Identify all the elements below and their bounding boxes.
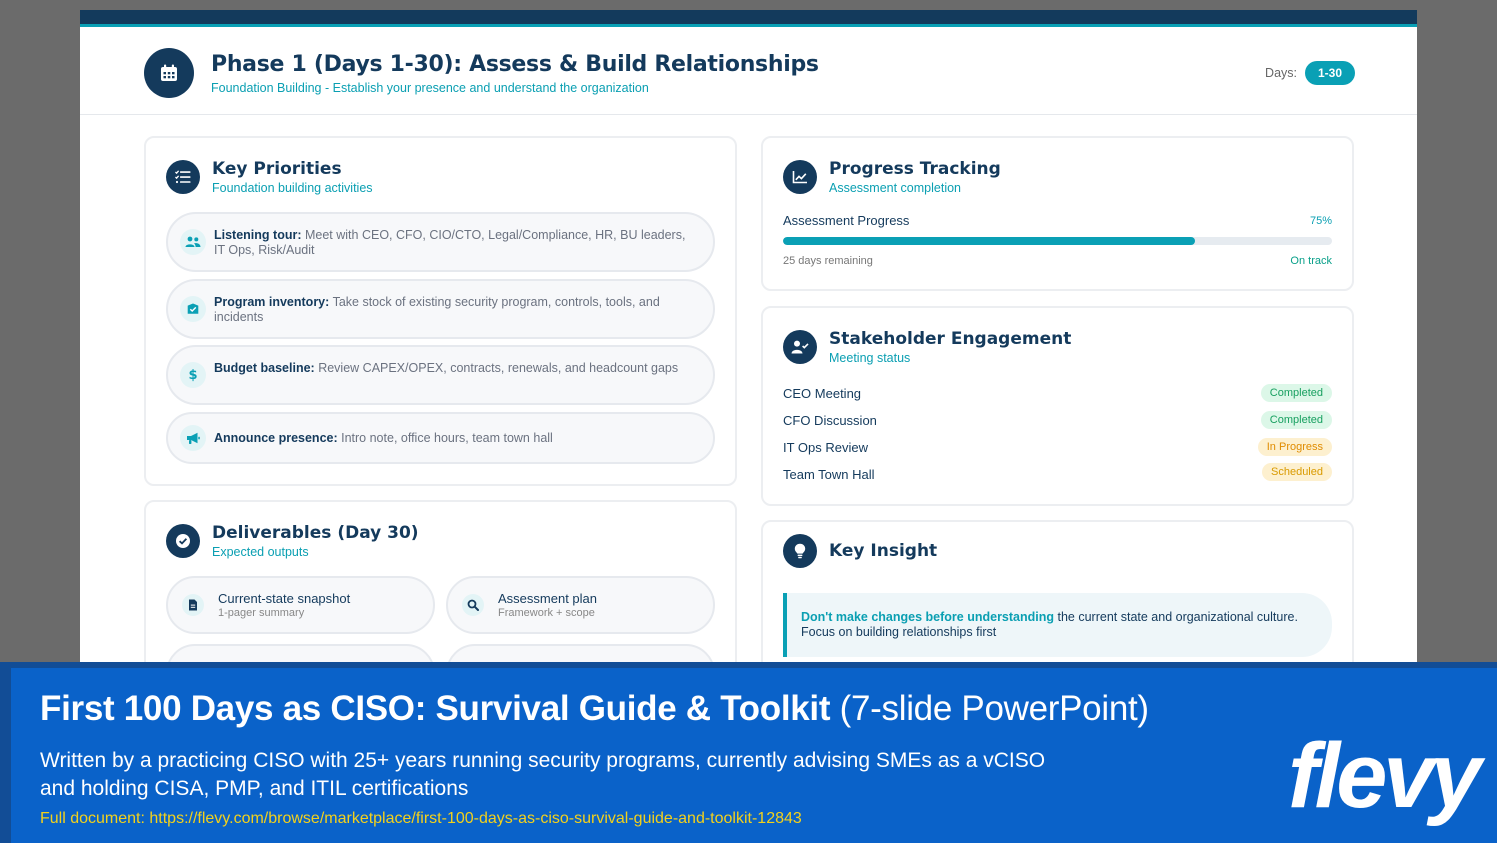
document-icon xyxy=(182,594,204,616)
card-subtitle: Expected outputs xyxy=(212,545,309,559)
meeting-name: IT Ops Review xyxy=(783,440,869,455)
priority-text: Announce presence: Intro note, office ho… xyxy=(214,431,695,446)
card-subtitle: Meeting status xyxy=(829,351,911,365)
lightbulb-icon xyxy=(783,534,817,568)
deliverable-item: Assessment plan Framework + scope xyxy=(446,576,715,634)
shield-check-icon xyxy=(180,296,206,322)
search-icon xyxy=(462,594,484,616)
insight-emphasis: Don't make changes before understanding xyxy=(801,610,1055,624)
banner-left-strip xyxy=(0,662,11,843)
phase-header: Phase 1 (Days 1-30): Assess & Build Rela… xyxy=(144,48,1355,100)
meeting-row: Team Town Hall Scheduled xyxy=(783,463,1332,483)
deliverables-card: Deliverables (Day 30) Expected outputs C… xyxy=(144,500,737,670)
meeting-row: IT Ops Review In Progress xyxy=(783,438,1332,458)
deliverable-title: Assessment plan xyxy=(498,591,597,606)
megaphone-icon xyxy=(180,425,206,451)
status-badge: Completed xyxy=(1260,384,1332,402)
deliverable-item: Current-state snapshot 1-pager summary xyxy=(166,576,435,634)
card-subtitle: Foundation building activities xyxy=(212,181,373,195)
deliverable-subtitle: Framework + scope xyxy=(498,607,595,619)
meeting-row: CFO Discussion Completed xyxy=(783,411,1332,431)
banner-title: First 100 Days as CISO: Survival Guide &… xyxy=(40,689,1149,729)
checklist-icon xyxy=(166,160,200,194)
priority-item: Program inventory: Take stock of existin… xyxy=(166,279,715,339)
key-insight-card: Key Insight Don't make changes before un… xyxy=(761,520,1354,670)
card-title: Deliverables (Day 30) xyxy=(212,523,419,543)
page-subtitle: Foundation Building - Establish your pre… xyxy=(211,81,649,95)
promo-banner: First 100 Days as CISO: Survival Guide &… xyxy=(0,662,1497,843)
banner-title-bold: First 100 Days as CISO: Survival Guide &… xyxy=(40,689,831,728)
status-badge: Scheduled xyxy=(1262,463,1332,481)
deliverable-subtitle: 1-pager summary xyxy=(218,607,305,619)
progress-percent: 75% xyxy=(1309,215,1332,227)
user-check-icon xyxy=(783,330,817,364)
card-title: Key Priorities xyxy=(212,159,342,179)
stakeholder-engagement-card: Stakeholder Engagement Meeting status CE… xyxy=(761,306,1354,506)
status-badge: Completed xyxy=(1260,411,1332,429)
days-remaining: 25 days remaining xyxy=(783,255,873,267)
priority-detail: Intro note, office hours, team town hall xyxy=(341,431,553,445)
priority-item: Listening tour: Meet with CEO, CFO, CIO/… xyxy=(166,212,715,272)
priority-text: Listening tour: Meet with CEO, CFO, CIO/… xyxy=(214,228,695,258)
slide: Phase 1 (Days 1-30): Assess & Build Rela… xyxy=(80,10,1417,670)
meeting-name: Team Town Hall xyxy=(783,467,875,482)
priority-label: Budget baseline: xyxy=(214,361,315,375)
progress-status: On track xyxy=(1290,255,1332,267)
priority-item: $ Budget baseline: Review CAPEX/OPEX, co… xyxy=(166,345,715,405)
banner-description: Written by a practicing CISO with 25+ ye… xyxy=(40,749,1046,800)
priority-label: Program inventory: xyxy=(214,295,330,309)
card-subtitle: Assessment completion xyxy=(829,181,962,195)
priority-detail: Review CAPEX/OPEX, contracts, renewals, … xyxy=(318,361,679,375)
progress-bar xyxy=(783,237,1332,245)
insight-text: Don't make changes before understanding … xyxy=(801,610,1314,640)
meeting-row: CEO Meeting Completed xyxy=(783,384,1332,404)
status-badge: In Progress xyxy=(1257,438,1332,456)
top-accent-bar xyxy=(80,10,1417,27)
check-circle-icon xyxy=(166,524,200,558)
insight-callout: Don't make changes before understanding … xyxy=(783,593,1332,657)
priority-item: Announce presence: Intro note, office ho… xyxy=(166,412,715,464)
key-priorities-card: Key Priorities Foundation building activ… xyxy=(144,136,737,486)
card-title: Stakeholder Engagement xyxy=(829,329,1072,349)
priority-text: Program inventory: Take stock of existin… xyxy=(214,295,695,325)
users-icon xyxy=(180,229,206,255)
flevy-logo[interactable]: flevy xyxy=(1288,726,1482,826)
card-title: Key Insight xyxy=(829,541,938,561)
meeting-name: CFO Discussion xyxy=(783,413,877,428)
deliverable-title: Current-state snapshot xyxy=(218,591,351,606)
document-link[interactable]: Full document: https://flevy.com/browse/… xyxy=(40,810,802,828)
calendar-icon xyxy=(144,48,194,98)
page-title: Phase 1 (Days 1-30): Assess & Build Rela… xyxy=(211,52,819,77)
meeting-name: CEO Meeting xyxy=(783,386,862,401)
chart-line-icon xyxy=(783,160,817,194)
dollar-icon: $ xyxy=(180,362,206,388)
days-label: Days: xyxy=(1265,66,1297,80)
progress-tracking-card: Progress Tracking Assessment completion … xyxy=(761,136,1354,291)
priority-label: Announce presence: xyxy=(214,431,338,445)
header-divider xyxy=(80,114,1417,115)
priority-label: Listening tour: xyxy=(214,228,302,242)
progress-label: Assessment Progress xyxy=(783,213,910,228)
banner-top-strip xyxy=(0,662,1497,668)
banner-title-light: (7-slide PowerPoint) xyxy=(830,689,1149,728)
priority-text: Budget baseline: Review CAPEX/OPEX, cont… xyxy=(214,361,695,376)
card-title: Progress Tracking xyxy=(829,159,1001,179)
days-badge: 1-30 xyxy=(1304,61,1355,85)
progress-bar-fill xyxy=(783,237,1195,245)
